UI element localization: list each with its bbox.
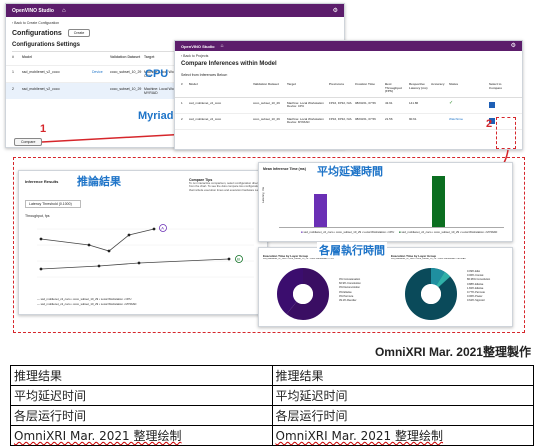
pie-chart-myriad[interactable] <box>401 264 461 324</box>
data-point <box>39 267 43 271</box>
legend-item-myriad: ■ ssd_mobilenet_v2_coco • coco_subset_10… <box>399 230 498 234</box>
mean-inference-time-panel: Mean Inference Time (ms) 平均延遲時間 Latency,… <box>258 162 513 242</box>
compare-window: OpenVINO Studio ⌂ ‹ Back to Projects Com… <box>174 40 523 150</box>
status-link[interactable]: Watchtime <box>449 117 489 125</box>
latency-y-label: Latency, ms <box>261 187 265 203</box>
home-icon[interactable]: ⌂ <box>62 8 66 14</box>
top-navbar: OpenVINO Studio ⌂ <box>175 41 522 51</box>
openvino-logo: OpenVINO Studio <box>181 43 215 49</box>
inference-results-title: Inference Results <box>25 179 59 184</box>
create-button[interactable]: Create <box>67 29 91 37</box>
pie-chart-cpu[interactable] <box>273 264 333 324</box>
data-point <box>107 249 111 253</box>
home-icon[interactable]: ⌂ <box>221 43 224 49</box>
back-link[interactable]: ‹ Back to Projects <box>181 54 516 58</box>
latency-cjk: 平均延遲時間 <box>317 166 383 178</box>
status-ok-icon: ✓ <box>449 99 454 106</box>
latency-title: Mean Inference Time (ms) <box>263 167 306 171</box>
bar-legend: ■ ssd_mobilenet_v2_coco • coco_subset_10… <box>301 230 394 234</box>
latency-threshold-field[interactable]: Latency Threshold (0.1000) <box>25 200 81 208</box>
callout-arrow-1 <box>41 130 189 143</box>
top-navbar: OpenVINO Studio ⌂ ⚙ <box>6 4 344 17</box>
bar-cpu[interactable] <box>314 194 327 227</box>
point-b-label: B <box>237 257 240 262</box>
chart-legend: — ssd_mobilenet_v2_coco • coco_subset_10… <box>37 297 136 306</box>
legend-item: 39.1% Reorder <box>339 299 357 303</box>
translation-table: 推理结果 推理结果 平均延迟时间 平均延迟时间 各层运行时间 各层运行时间 OmniX… <box>10 365 534 446</box>
data-point <box>39 237 43 241</box>
point-a-label: A <box>161 226 164 231</box>
compare-tips: Compare Tips To run interactive comparis… <box>189 178 264 192</box>
pie-legend-cpu: 0% Concatenation 60.9% Convolution 0% De… <box>339 278 361 303</box>
compare-subtitle: Select from Inferences Below: <box>181 73 228 77</box>
select-checkbox-1[interactable] <box>489 101 495 108</box>
data-point <box>127 233 131 237</box>
layer-execution-panel: 各層執行時間 Execution Time by Layer Group ssd… <box>258 242 513 327</box>
back-link[interactable]: ‹ Back to Create Configuration <box>12 21 338 25</box>
data-point <box>97 264 101 268</box>
x-axis-line <box>279 227 504 228</box>
bar-myriad[interactable] <box>432 176 445 227</box>
gear-icon[interactable]: ⚙ <box>333 7 338 14</box>
pie-legend-myriad: 0.09% Eltw 0.06% Concat 86.36% Convoluti… <box>467 270 490 304</box>
bar-legend-2: ■ ssd_mobilenet_v2_coco • coco_subset_10… <box>399 230 497 234</box>
series-myriad-line <box>40 258 230 270</box>
legend-item: 0.62% Sigmoid <box>467 299 485 303</box>
grid <box>37 228 254 278</box>
data-point <box>137 261 141 265</box>
series-cpu-line <box>40 228 155 252</box>
data-point <box>87 243 91 247</box>
inference-results-cjk: 推論結果 <box>77 176 121 188</box>
checkbox-highlight <box>496 117 516 149</box>
table-row[interactable]: 2 ssd_mobilenet_v2_coco coco_subset_10_29 M… <box>175 114 522 130</box>
openvino-logo: OpenVINO Studio <box>12 7 54 14</box>
table-row: OmniXRI Mar. 2021 整理绘制 OmniXRI Mar. 2021 … <box>10 425 534 446</box>
table-row: 各层运行时间 各层运行时间 <box>10 405 534 426</box>
gear-icon[interactable]: ⚙ <box>511 42 516 49</box>
data-point <box>227 257 231 261</box>
legend-item-myriad: — ssd_mobilenet_v2_coco • coco_subset_10… <box>37 301 137 306</box>
inference-results-panel: Inference Results 推論結果 Compare Tips To r… <box>18 170 268 315</box>
compare-button[interactable]: Compare <box>14 138 43 146</box>
cpu-annotation: CPU <box>145 68 169 80</box>
legend-item-cpu: ■ ssd_mobilenet_v2_coco • coco_subset_10… <box>301 230 395 234</box>
data-point <box>152 227 156 231</box>
throughput-latency-chart[interactable]: A B <box>29 219 259 291</box>
layer-cjk: 各層執行時間 <box>317 242 387 258</box>
page-title: Configurations <box>12 29 62 37</box>
table-row: 推理结果 推理结果 <box>10 365 534 386</box>
footer-credit: OmniXRI Mar. 2021整理製作 <box>374 345 531 359</box>
layer-right-subtitle: ssd_mobilenet_v2_coco • coco_subset_10_2… <box>391 258 466 260</box>
myriad-annotation: Myriad <box>138 110 174 122</box>
table-row[interactable]: 1 ssd_mobilenet_v2_coco coco_subset_10_29 M… <box>175 98 522 114</box>
layer-left-subtitle: ssd_mobilenet_v2_coco • coco_subset_10_2… <box>263 258 334 260</box>
table-row: 平均延迟时间 平均延迟时间 <box>10 385 534 406</box>
y-axis-label: Throughput, fps <box>25 214 50 218</box>
compare-title: Compare Inferences within Model <box>181 61 277 67</box>
compare-table-header: # Model Validation Dataset Target Precisions… <box>175 80 522 98</box>
callout-number-2: 2 <box>486 118 493 130</box>
